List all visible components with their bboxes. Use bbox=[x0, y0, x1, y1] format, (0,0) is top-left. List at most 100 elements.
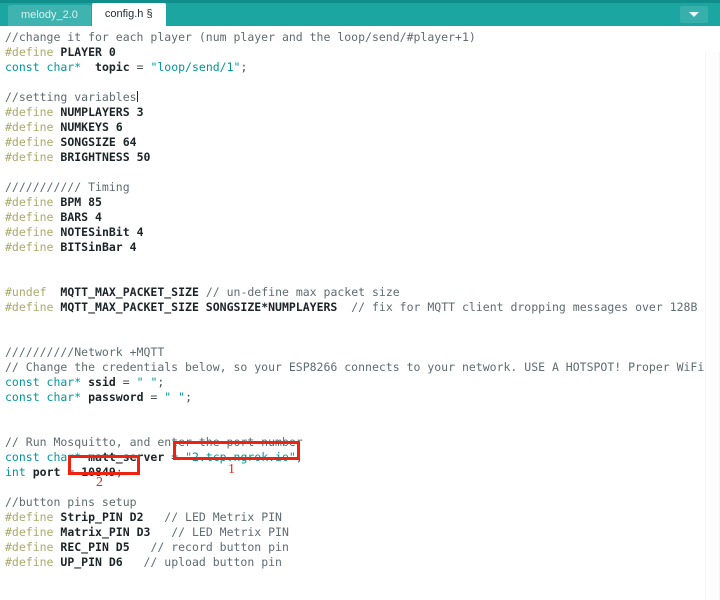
code-token: #define bbox=[5, 300, 54, 314]
code-token: #define bbox=[5, 540, 54, 554]
chevron-down-icon bbox=[689, 12, 699, 17]
code-token: #define bbox=[5, 240, 54, 254]
code-line: #define Matrix_PIN D3 // LED Metrix PIN bbox=[5, 525, 720, 540]
code-token: #define bbox=[5, 510, 54, 524]
code-editor-area[interactable]: //change it for each player (num player … bbox=[0, 26, 720, 600]
code-token: BRIGHTNESS 50 bbox=[60, 150, 151, 164]
code-token: ; bbox=[295, 450, 303, 464]
code-line: // Change the credentials below, so your… bbox=[5, 360, 720, 375]
code-token: const char* bbox=[5, 60, 82, 74]
code-line: // Run Mosquitto, and enter the port num… bbox=[5, 435, 720, 450]
code-token: //setting variables bbox=[5, 90, 137, 104]
code-line: #define BRIGHTNESS 50 bbox=[5, 150, 720, 165]
code-token: #define bbox=[5, 105, 54, 119]
code-line: #define NUMKEYS 6 bbox=[5, 120, 720, 135]
code-line: //button pins setup bbox=[5, 495, 720, 510]
source-code-text[interactable]: //change it for each player (num player … bbox=[0, 26, 720, 570]
code-token: MQTT_MAX_PACKET_SIZE bbox=[60, 285, 199, 299]
code-token: = bbox=[164, 450, 186, 464]
code-token: password bbox=[88, 390, 144, 404]
code-token: // un-define max packet size bbox=[205, 285, 400, 299]
code-token: NUMKEYS 6 bbox=[60, 120, 123, 134]
code-token: = bbox=[143, 390, 165, 404]
code-token: //change it for each player (num player … bbox=[5, 30, 476, 44]
code-line: #define NUMPLAYERS 3 bbox=[5, 105, 720, 120]
code-token: // Run Mosquitto, and enter the port num… bbox=[5, 435, 303, 449]
code-line: #define BARS 4 bbox=[5, 210, 720, 225]
code-token: const char* bbox=[5, 390, 82, 404]
code-line: #define SONGSIZE 64 bbox=[5, 135, 720, 150]
code-token: Matrix_PIN D3 bbox=[60, 525, 151, 539]
tab-melody[interactable]: melody_2.0 bbox=[8, 5, 91, 26]
code-token: port bbox=[32, 465, 61, 479]
code-line: #define PLAYER 0 bbox=[5, 45, 720, 60]
code-token: // LED Metrix PIN bbox=[164, 510, 282, 524]
code-token: #define bbox=[5, 150, 54, 164]
code-token: #define bbox=[5, 555, 54, 569]
code-token: UP_PIN D6 bbox=[60, 555, 123, 569]
code-line: const char* password = " "; bbox=[5, 390, 720, 405]
code-token: SONGSIZE 64 bbox=[60, 135, 137, 149]
editor-tab-bar: melody_2.0 config.h § bbox=[0, 0, 720, 26]
tab-config-h[interactable]: config.h § bbox=[91, 3, 166, 26]
code-token: #define bbox=[5, 210, 54, 224]
code-line: #undef MQTT_MAX_PACKET_SIZE // un-define… bbox=[5, 285, 720, 300]
code-token: // Change the credentials below, so your… bbox=[5, 360, 720, 374]
code-token: //////////Network +MQTT bbox=[5, 345, 165, 359]
code-line: #define BITSinBar 4 bbox=[5, 240, 720, 255]
text-caret bbox=[136, 91, 138, 102]
code-token: // record button pin bbox=[150, 540, 289, 554]
code-line: //////////Network +MQTT bbox=[5, 345, 720, 360]
code-token: ; bbox=[185, 390, 192, 404]
tab-menu-button[interactable] bbox=[680, 6, 708, 23]
code-token: ; bbox=[115, 465, 123, 479]
code-token: #define bbox=[5, 120, 54, 134]
code-token: ; bbox=[240, 60, 248, 74]
code-line: const char* ssid = " "; bbox=[5, 375, 720, 390]
code-line: const char* matt_server = "2.tcp.ngrok.i… bbox=[5, 450, 720, 465]
code-line: /////////// Timing bbox=[5, 180, 720, 195]
code-token: #define bbox=[5, 195, 54, 209]
code-token: " " bbox=[136, 375, 158, 389]
code-token: Strip_PIN D2 bbox=[60, 510, 144, 524]
code-token: ssid bbox=[88, 375, 116, 389]
code-line: #define Strip_PIN D2 // LED Metrix PIN bbox=[5, 510, 720, 525]
code-token: ; bbox=[157, 375, 165, 389]
tab-list: melody_2.0 config.h § bbox=[0, 0, 167, 26]
code-token: #define bbox=[5, 45, 54, 59]
code-token: int bbox=[5, 465, 26, 479]
code-token: /////////// Timing bbox=[5, 180, 130, 194]
code-token: 10849 bbox=[81, 465, 116, 479]
code-token: const char* bbox=[5, 375, 82, 389]
code-token: "2.tcp.ngrok.io" bbox=[185, 450, 296, 464]
code-token: #define bbox=[5, 135, 54, 149]
code-line: #define UP_PIN D6 // upload button pin bbox=[5, 555, 720, 570]
code-token: #define bbox=[5, 525, 54, 539]
code-token: = bbox=[115, 375, 137, 389]
code-token: PLAYER 0 bbox=[60, 45, 116, 59]
code-line: const char* topic = "loop/send/1"; bbox=[5, 60, 720, 75]
vertical-scrollbar[interactable] bbox=[705, 52, 720, 600]
arduino-editor-window: melody_2.0 config.h § //change it for ea… bbox=[0, 0, 720, 600]
code-line: //setting variables bbox=[5, 90, 720, 105]
code-token: // upload button pin bbox=[143, 555, 282, 569]
code-token: const char* bbox=[5, 450, 82, 464]
tab-config-h-label: config.h § bbox=[104, 8, 153, 20]
vertical-scrollbar-track[interactable] bbox=[707, 52, 720, 600]
code-line: //change it for each player (num player … bbox=[5, 30, 720, 45]
